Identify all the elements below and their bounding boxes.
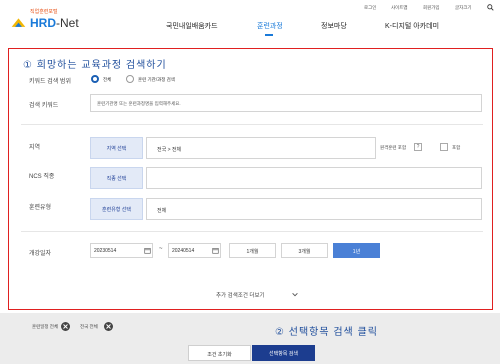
close-icon[interactable] xyxy=(104,322,113,331)
util-signup[interactable]: 회원가입 xyxy=(423,5,440,11)
nav-active-indicator xyxy=(265,34,273,36)
scope-radio-institution[interactable] xyxy=(126,75,134,83)
logo-mark-icon xyxy=(11,18,26,27)
search-button[interactable]: 선택항목 검색 xyxy=(252,345,315,361)
date-from-input[interactable]: 20230514 xyxy=(90,243,153,258)
ncs-label: NCS 직종 xyxy=(29,174,55,180)
period-1year-button[interactable]: 1년 xyxy=(333,243,380,258)
util-font-size[interactable]: 글자크기 xyxy=(455,5,472,11)
period-1year-label: 1년 xyxy=(352,249,361,255)
period-label: 개강일자 xyxy=(29,251,52,257)
logo-title: HRD-Net xyxy=(30,16,79,30)
type-select-button-label: 훈련유형 선택 xyxy=(102,207,131,213)
period-3month-label: 3개월 xyxy=(298,249,311,255)
search-icon[interactable] xyxy=(487,4,494,11)
type-value: 전체 xyxy=(157,208,167,214)
help-icon[interactable]: ? xyxy=(414,143,422,151)
close-icon[interactable] xyxy=(61,322,70,331)
type-label: 훈련유형 xyxy=(29,205,52,211)
nav-card[interactable]: 국민내일배움카드 xyxy=(166,21,218,31)
nav-k-digital[interactable]: K-디지털 아카데미 xyxy=(385,21,439,31)
ncs-select-button-label: 직종 선택 xyxy=(106,176,127,182)
more-conditions-link[interactable]: 추가 검색조건 더보기 xyxy=(216,291,298,299)
logo-title-main: HRD xyxy=(30,16,56,30)
period-1month-button[interactable]: 1개월 xyxy=(229,243,276,258)
logo[interactable]: 직업훈련포털 HRD-Net xyxy=(10,6,90,36)
selected-conditions-area: 훈련일정 전체 전국 전체 ② 선택항목 검색 클릭 조건 초기화 선택항목 검… xyxy=(0,313,500,364)
calendar-icon[interactable] xyxy=(212,247,219,254)
search-button-label: 선택항목 검색 xyxy=(269,351,298,357)
nav-info[interactable]: 정보마당 xyxy=(321,21,347,31)
period-1month-label: 1개월 xyxy=(246,249,259,255)
search-panel: ① 희망하는 교육과정 검색하기 키워드 검색 범위 전체 훈련 기관/과정 검… xyxy=(8,48,493,310)
more-conditions-label: 추가 검색조건 더보기 xyxy=(216,293,265,299)
period-3month-button[interactable]: 3개월 xyxy=(281,243,328,258)
scope-label: 키워드 검색 범위 xyxy=(29,79,71,85)
type-select-button[interactable]: 훈련유형 선택 xyxy=(90,198,143,220)
region-label: 지역 xyxy=(29,145,41,151)
date-to-value: 20240514 xyxy=(172,248,195,254)
ncs-value-field xyxy=(146,167,482,189)
tag-region-label: 전국 전체 xyxy=(80,324,98,329)
logo-title-suffix: -Net xyxy=(56,16,79,30)
keyword-placeholder: 훈련기관명 또는 훈련과정명을 입력해주세요. xyxy=(97,101,181,106)
remote-include-label: 포함 xyxy=(452,145,461,150)
keyword-input[interactable]: 훈련기관명 또는 훈련과정명을 입력해주세요. xyxy=(90,94,482,112)
region-value-field: 전국 > 전체 xyxy=(146,137,376,159)
calendar-icon[interactable] xyxy=(144,247,151,254)
region-select-button-label: 지역 선택 xyxy=(106,146,127,152)
scope-radio-all[interactable] xyxy=(91,75,99,83)
logo-subtitle: 직업훈련포털 xyxy=(30,9,58,15)
date-from-value: 20230514 xyxy=(94,248,117,254)
nav-training[interactable]: 훈련과정 xyxy=(257,21,283,31)
divider xyxy=(21,124,483,125)
reset-button[interactable]: 조건 초기화 xyxy=(188,345,251,361)
chevron-down-icon xyxy=(292,292,298,297)
region-value: 전국 > 전체 xyxy=(157,147,182,153)
scope-radio-institution-label: 훈련 기관/과정 검색 xyxy=(138,77,175,82)
date-to-input[interactable]: 20240514 xyxy=(168,243,221,258)
tag-schedule-label: 훈련일정 전체 xyxy=(32,324,59,329)
ncs-select-button[interactable]: 직종 선택 xyxy=(90,167,143,189)
region-select-button[interactable]: 지역 선택 xyxy=(90,137,143,159)
util-login[interactable]: 로그인 xyxy=(364,5,376,11)
annotation-step2: ② 선택항목 검색 클릭 xyxy=(275,327,378,338)
remote-label: 원격훈련 포함 xyxy=(380,145,407,150)
divider xyxy=(21,231,483,232)
util-sitemap[interactable]: 사이트맵 xyxy=(391,5,408,11)
keyword-label: 검색 키워드 xyxy=(29,103,59,109)
site-header: 직업훈련포털 HRD-Net 로그인 사이트맵 회원가입 글자크기 국민내일배움… xyxy=(0,0,500,42)
scope-radio-all-label: 전체 xyxy=(103,77,112,82)
reset-button-label: 조건 초기화 xyxy=(207,352,232,358)
remote-include-checkbox[interactable] xyxy=(440,143,448,151)
type-value-field: 전체 xyxy=(146,198,482,220)
date-separator: ~ xyxy=(159,246,163,252)
annotation-step1: ① 희망하는 교육과정 검색하기 xyxy=(23,60,167,71)
